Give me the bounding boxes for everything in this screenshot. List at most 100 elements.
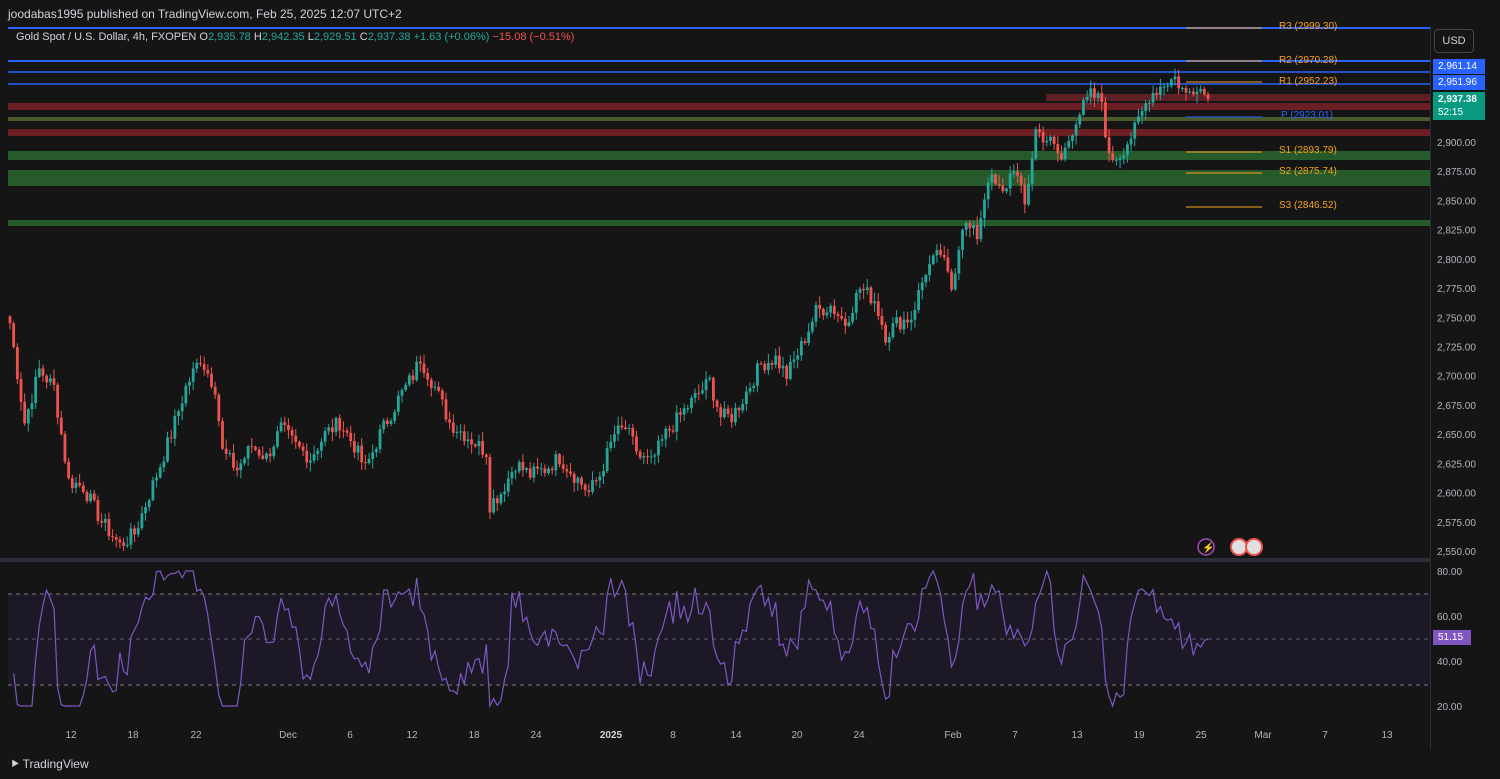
- resistance-zone[interactable]: [8, 129, 1430, 136]
- pivot-s2-label: S2 (2875.74): [1279, 166, 1337, 177]
- candle-body: [697, 393, 701, 395]
- time-axis-tick: 12: [65, 730, 77, 741]
- candle-body: [1085, 96, 1089, 101]
- candle-body: [272, 446, 276, 457]
- candle-body: [953, 273, 957, 290]
- candle-body: [48, 378, 52, 383]
- candle-body: [12, 323, 16, 347]
- candle-body: [1104, 102, 1107, 138]
- candle-body: [572, 473, 576, 483]
- pane-separator[interactable]: [0, 558, 1430, 562]
- candle-body: [440, 390, 444, 400]
- candle-body: [56, 384, 60, 418]
- candle-body: [763, 363, 767, 371]
- us-flag-event-icon[interactable]: [1230, 538, 1248, 556]
- footer: [0, 750, 1500, 779]
- candle-body: [411, 375, 415, 381]
- candle-body: [920, 282, 924, 291]
- candle-body: [363, 462, 367, 464]
- resistance-zone[interactable]: [1046, 94, 1430, 101]
- rsi-pane[interactable]: [8, 568, 1430, 709]
- currency-button[interactable]: USD: [1434, 29, 1474, 53]
- candle-body: [466, 439, 470, 442]
- price-axis-tick: 2,825.00: [1437, 226, 1476, 237]
- candle-body: [173, 416, 177, 439]
- candle-body: [261, 455, 265, 459]
- time-axis-tick: 7: [1322, 730, 1328, 741]
- candle-body: [330, 427, 334, 433]
- candle-body: [693, 393, 697, 398]
- price-axis-tick: 2,900.00: [1437, 138, 1476, 149]
- candle-body: [155, 477, 158, 481]
- candle-body: [1111, 153, 1115, 161]
- candle-body: [660, 439, 664, 441]
- time-axis-tick: Mar: [1254, 730, 1272, 741]
- candle-body: [338, 417, 342, 431]
- candle-body: [1184, 88, 1188, 93]
- candle-body: [1162, 86, 1166, 88]
- candle-body: [63, 434, 67, 462]
- candle-body: [616, 425, 620, 435]
- candle-body: [961, 229, 964, 250]
- candle-body: [792, 359, 796, 362]
- events: ⚡: [1197, 538, 1263, 556]
- candle-body: [8, 316, 12, 324]
- candle-body: [653, 455, 657, 457]
- candle-body: [323, 431, 327, 442]
- candle-body: [481, 441, 485, 455]
- candle-body: [891, 323, 895, 338]
- candle-body: [704, 379, 708, 391]
- price-axis-tick: 2,725.00: [1437, 343, 1476, 354]
- candle-body: [770, 362, 774, 365]
- candle-body: [433, 386, 437, 388]
- candle-body: [239, 463, 243, 471]
- candle-body: [1147, 102, 1151, 104]
- support-zone[interactable]: [8, 220, 1430, 226]
- candle-body: [1158, 86, 1162, 96]
- price-axis-tick: 2,550.00: [1437, 547, 1476, 558]
- price-axis[interactable]: 2,900.00 2,875.00 2,850.00 2,825.00 2,800.00…: [1437, 138, 1476, 558]
- support-zone[interactable]: [8, 170, 1430, 186]
- candle-body: [45, 375, 49, 383]
- candle-body: [1122, 155, 1126, 158]
- candle-body: [810, 321, 814, 332]
- candle-body: [880, 315, 884, 325]
- tradingview-logo[interactable]: ⯈ TradingView: [10, 757, 89, 772]
- candle-body: [884, 324, 888, 343]
- bar-countdown: 52:15: [1433, 105, 1485, 120]
- candle-body: [803, 341, 807, 343]
- candle-body: [1118, 157, 1122, 160]
- candle-body: [869, 287, 873, 304]
- pivot-zone[interactable]: [8, 117, 1430, 121]
- candle-body: [1206, 94, 1210, 99]
- resistance-zone[interactable]: [8, 103, 1430, 110]
- candle-body: [902, 319, 906, 330]
- candle-body: [1067, 140, 1071, 148]
- candle-body: [1107, 137, 1111, 154]
- candle-body: [78, 482, 82, 486]
- candle-body: [122, 542, 125, 546]
- price-chart[interactable]: 2,900.00 2,875.00 2,850.00 2,825.00 2,800.00…: [0, 0, 1500, 779]
- candle-body: [715, 400, 719, 408]
- candle-body: [37, 368, 41, 377]
- candle-body: [114, 537, 118, 540]
- time-axis[interactable]: 12 18 22 Dec 6 12 18 24 2025 8 14 20 24 Feb 7 13 19 25 Mar…: [65, 730, 1393, 741]
- candle-body: [964, 223, 968, 230]
- candle-body: [1126, 144, 1129, 156]
- candle-body: [492, 498, 495, 513]
- candles[interactable]: [8, 68, 1210, 551]
- candle-body: [759, 363, 763, 365]
- candle-body: [909, 319, 913, 323]
- candle-body: [136, 528, 140, 535]
- candle-body: [957, 249, 961, 274]
- candle-body: [243, 458, 246, 464]
- us-flag-event-icon[interactable]: [1245, 538, 1263, 556]
- time-axis-tick: 22: [190, 730, 202, 741]
- candle-body: [1016, 171, 1019, 176]
- candle-body: [950, 271, 953, 290]
- candle-body: [583, 484, 587, 491]
- candle-body: [81, 485, 85, 493]
- candle-body: [873, 301, 877, 304]
- candle-body: [1089, 88, 1093, 97]
- candle-body: [316, 450, 320, 455]
